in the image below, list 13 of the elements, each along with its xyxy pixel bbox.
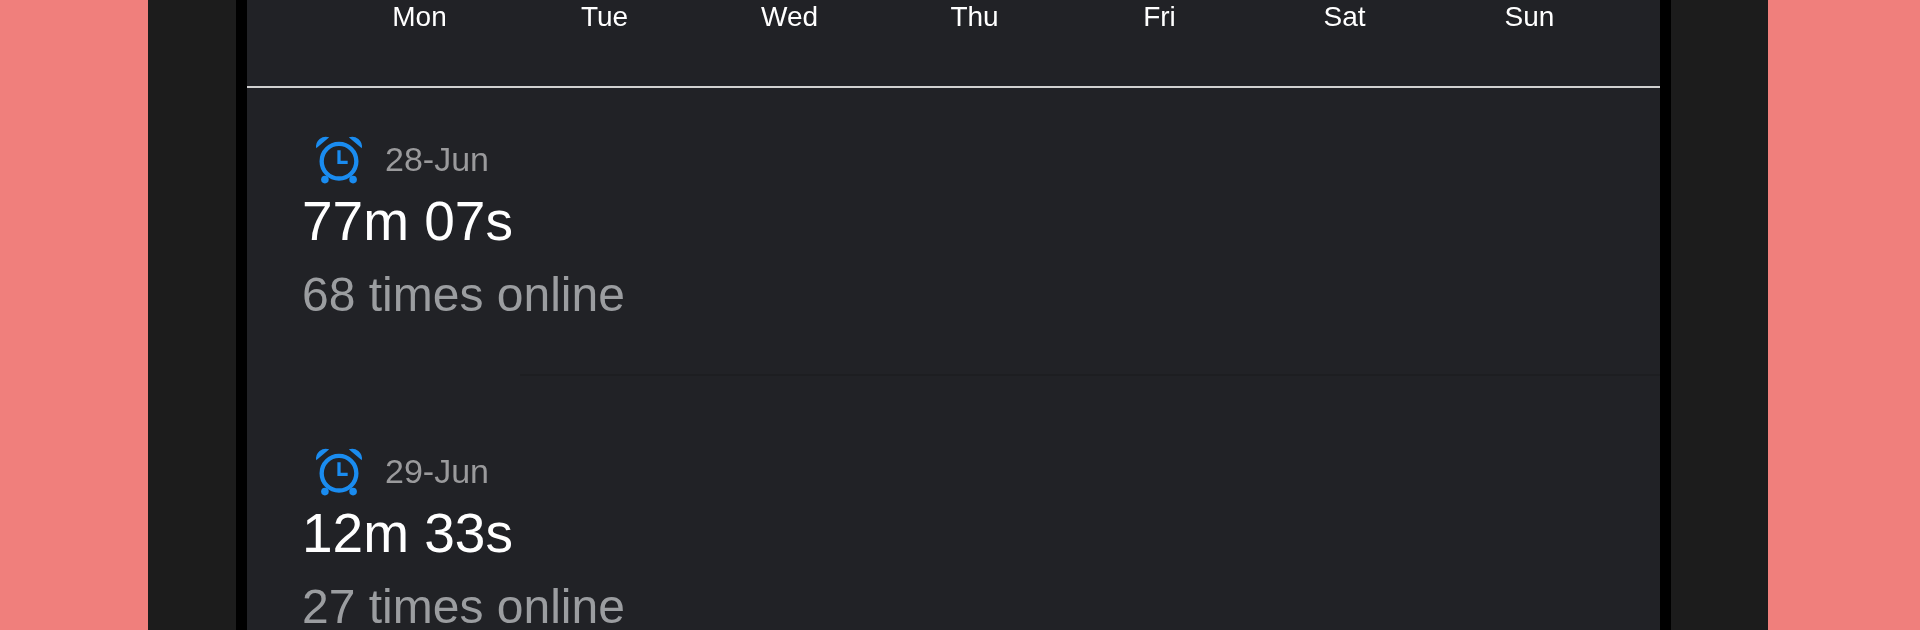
weekday-label: Fri bbox=[1143, 0, 1176, 34]
session-duration: 77m 07s bbox=[301, 189, 514, 254]
weekday-label: Wed bbox=[760, 0, 819, 34]
weekday-label: Sat bbox=[1323, 0, 1366, 34]
online-count: 27 times online bbox=[301, 579, 626, 630]
session-date: 29-Jun bbox=[385, 451, 489, 491]
weekday-label: Mon bbox=[392, 0, 447, 34]
weekday-label: Tue bbox=[580, 0, 629, 34]
session-date: 28-Jun bbox=[385, 139, 489, 179]
weekday-label: Sun bbox=[1504, 0, 1555, 34]
weekday-label: Thu bbox=[950, 0, 999, 34]
online-count: 68 times online bbox=[301, 267, 626, 323]
session-duration: 12m 33s bbox=[301, 501, 514, 566]
